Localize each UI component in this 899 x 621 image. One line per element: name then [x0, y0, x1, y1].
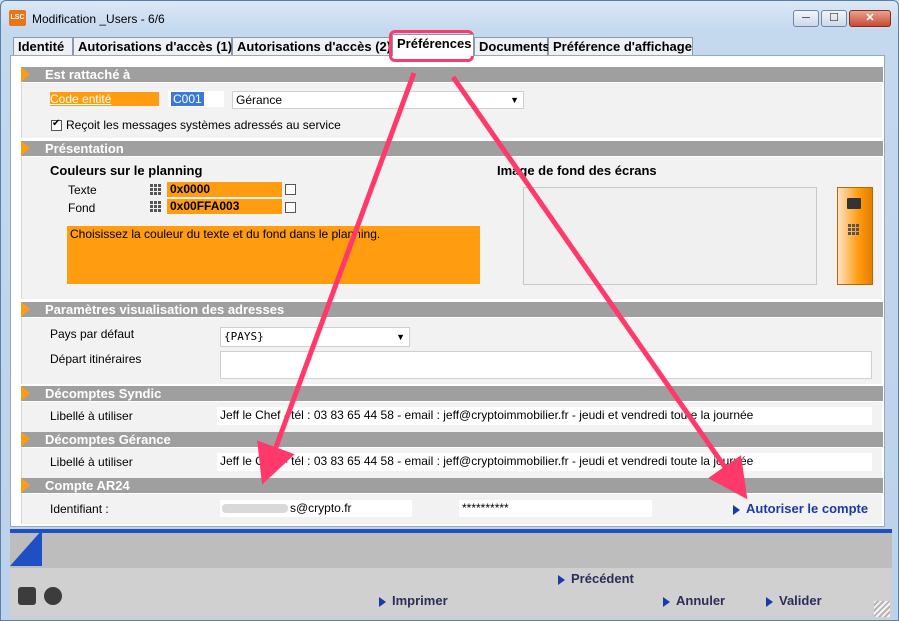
tab-preferences[interactable]: Préférences: [392, 34, 474, 56]
window: LSC Modification _Users - 6/6 ─ ☐ ✕ Iden…: [0, 0, 899, 621]
annotation-arrow-left: [257, 72, 417, 485]
annotation-arrows: [257, 72, 748, 500]
annotation-arrow-right: [450, 75, 748, 500]
